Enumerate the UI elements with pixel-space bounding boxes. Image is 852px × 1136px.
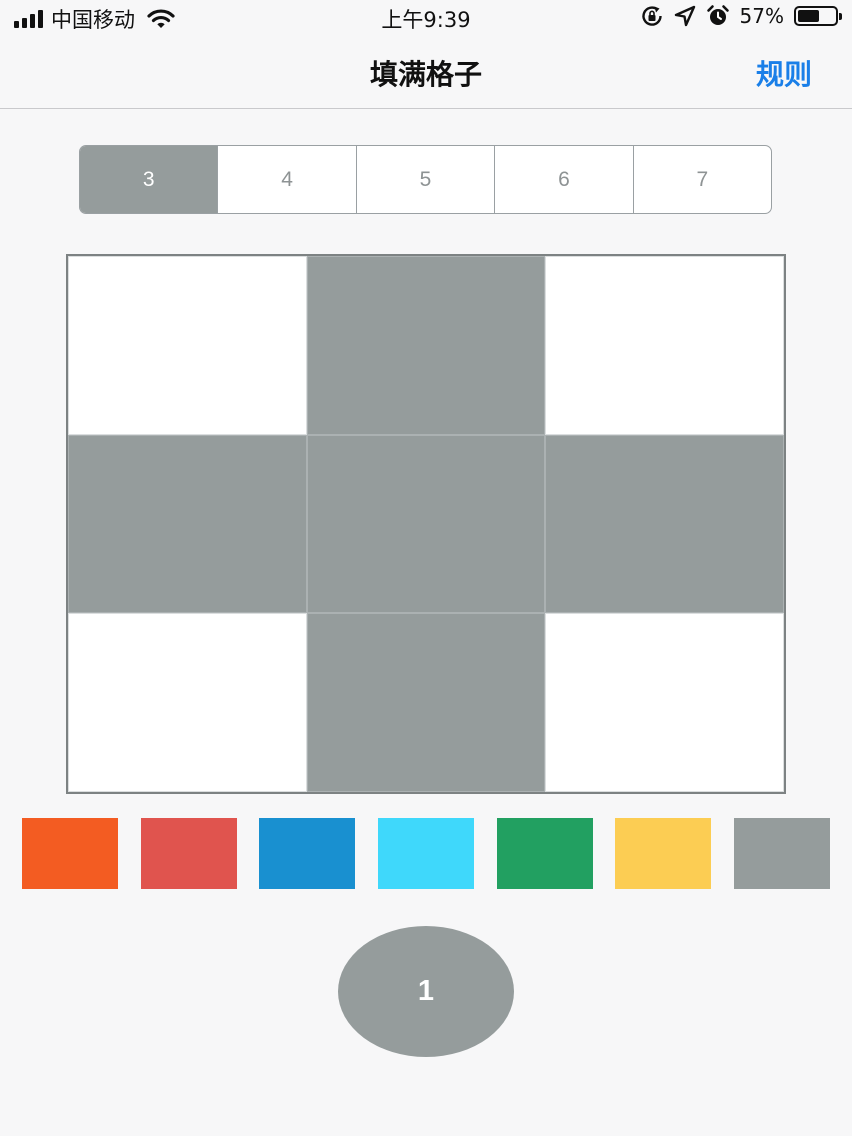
page-title: 填满格子: [369, 58, 482, 91]
step-counter: 1: [338, 926, 514, 1057]
size-option-4[interactable]: 4: [217, 146, 355, 213]
size-option-7[interactable]: 7: [632, 146, 771, 213]
battery-icon: [794, 6, 842, 26]
grid-cell-2-1[interactable]: [306, 613, 546, 792]
color-swatch-1[interactable]: [22, 818, 118, 889]
alarm-icon: [706, 5, 729, 25]
rules-button[interactable]: 规则: [756, 53, 812, 93]
grid-cell-1-0[interactable]: [68, 434, 307, 614]
battery-fill: [798, 10, 819, 22]
grid-cell-2-2[interactable]: [545, 613, 784, 792]
grid-cell-1-2[interactable]: [545, 434, 784, 614]
status-right: 57%: [640, 4, 842, 28]
color-swatch-2[interactable]: [140, 818, 237, 889]
size-option-5[interactable]: 5: [355, 146, 494, 213]
rotation-lock-icon: [641, 6, 662, 26]
color-swatch-5[interactable]: [496, 818, 593, 889]
color-swatch-3[interactable]: [259, 818, 356, 889]
color-palette: [22, 818, 830, 889]
size-option-3[interactable]: 3: [80, 146, 218, 213]
grid-cell-0-0[interactable]: [68, 256, 307, 435]
grid-cell-1-1[interactable]: [306, 434, 546, 614]
grid-size-selector: 34567: [79, 145, 772, 214]
location-icon: [674, 5, 695, 27]
game-board: [66, 254, 786, 794]
color-swatch-6[interactable]: [615, 818, 712, 889]
status-bar: 中国移动 上午9:39 57%: [0, 0, 852, 36]
color-swatch-4[interactable]: [377, 818, 474, 889]
grid-cell-0-2[interactable]: [545, 256, 784, 435]
nav-bar: 填满格子 规则: [0, 36, 852, 109]
grid-cell-2-0[interactable]: [68, 613, 307, 792]
size-option-6[interactable]: 6: [494, 146, 632, 213]
color-swatch-7[interactable]: [733, 818, 830, 889]
battery-percent: 57%: [739, 4, 784, 28]
grid-cell-0-1[interactable]: [306, 256, 546, 435]
